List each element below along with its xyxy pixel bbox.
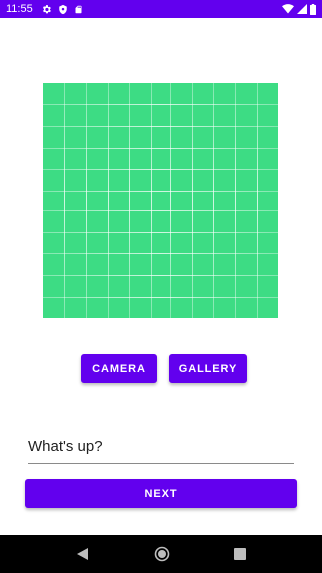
home-icon[interactable] [154, 546, 170, 562]
next-button[interactable]: NEXT [25, 479, 297, 508]
image-placeholder-grid [43, 83, 278, 318]
status-text-field[interactable]: What's up? [28, 436, 294, 464]
screen: 11:55 CAMERA GALLERY What's up? NEXT [0, 0, 322, 573]
wifi-icon [282, 4, 294, 14]
back-icon[interactable] [76, 547, 90, 561]
image-preview [43, 83, 278, 318]
shield-icon [58, 4, 68, 15]
cell-signal-icon [297, 4, 307, 14]
status-bar: 11:55 [0, 0, 322, 18]
gear-icon [41, 4, 52, 15]
recents-icon[interactable] [234, 548, 246, 560]
camera-button[interactable]: CAMERA [81, 354, 157, 383]
gallery-button[interactable]: GALLERY [169, 354, 247, 383]
navigation-bar [0, 535, 322, 573]
status-time: 11:55 [6, 3, 33, 15]
sd-card-icon [74, 4, 83, 15]
battery-icon [310, 3, 316, 15]
